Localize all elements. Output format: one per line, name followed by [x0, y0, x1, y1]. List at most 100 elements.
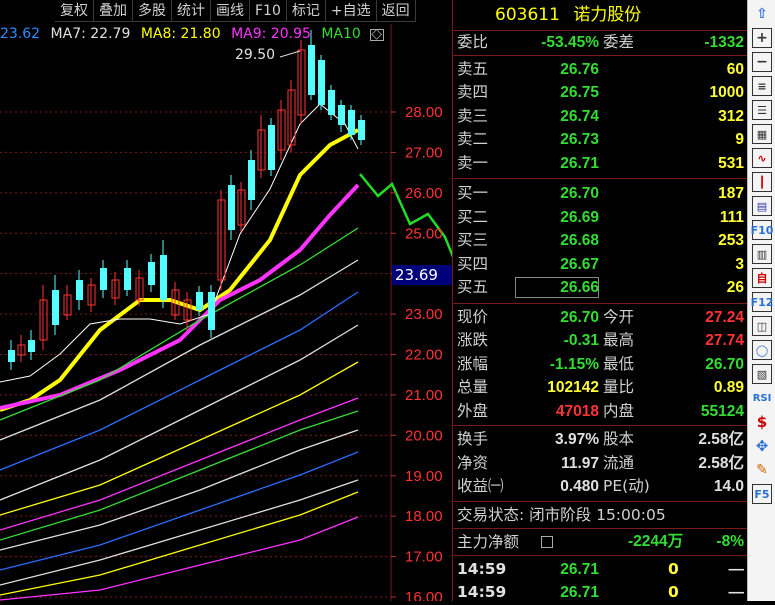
candle-icon[interactable]: ┃ [752, 172, 772, 192]
y-tick-label: 23.00 [405, 306, 443, 323]
kline-chart[interactable]: 28.0027.0026.0025.0024.0023.0022.0021.00… [0, 24, 452, 601]
order-row[interactable]: 卖一 26.71 531 [453, 152, 747, 176]
ma6-value: 23.62 [0, 26, 41, 42]
y-tick-label: 16.00 [405, 589, 443, 601]
statistics-button[interactable]: 统计 [172, 0, 211, 22]
pencil-icon[interactable]: ✎ [752, 460, 772, 480]
ma-line [0, 516, 359, 601]
layers-icon[interactable]: ▥ [752, 244, 772, 264]
rsi-icon[interactable]: RSI [752, 388, 772, 408]
move-icon[interactable]: ✥ [752, 436, 772, 456]
tick-row: 14:59 26.71 0— [457, 559, 744, 578]
candle-body [318, 60, 325, 105]
y-tick-label: 20.00 [405, 427, 443, 444]
stock-code: 603611 [495, 5, 560, 25]
main-force-pct: -8% [716, 532, 744, 550]
candle-body [208, 292, 215, 330]
ma-indicator-bar: 23.62 MA7: 22.79 MA8: 21.80 MA9: 20.95 M… [0, 26, 392, 46]
order-row[interactable]: 卖三 26.74 312 [453, 105, 747, 129]
stat-row: 换手 3.97% 股本 2.58亿 [457, 430, 744, 448]
y-tick-label: 19.00 [405, 468, 443, 485]
candle-body [328, 90, 335, 115]
ma-line [0, 479, 359, 586]
sell-orders: 卖五 26.76 60 卖四 26.75 1000 卖三 26.74 312 卖二 26.73… [453, 56, 747, 179]
mark-button[interactable]: 标记 [286, 0, 326, 22]
tick-list: 14:59 26.71 0— 14:59 26.71 0— [453, 556, 747, 605]
candle-body [248, 160, 255, 200]
order-row[interactable]: 买一 26.70 187 [453, 182, 747, 206]
ma7-label: MA7: 22.79 [50, 26, 131, 42]
candle-body [8, 350, 15, 362]
high-price-marker: 29.50 [235, 47, 276, 63]
stock-header: 603611 诺力股份 [453, 0, 747, 31]
line-chart-icon[interactable]: ∿ [752, 148, 772, 168]
candle-body [228, 185, 235, 230]
quote-row: 涨幅 -1.15% 最低 26.70 [457, 354, 744, 373]
quote-row: 外盘 47018 内盘 55124 [457, 401, 744, 420]
main-force-row[interactable]: 主力净额 -2244万 -8% [453, 529, 747, 556]
restore-rights-button[interactable]: 复权 [55, 0, 94, 22]
current-price-tag: 23.69 [392, 265, 452, 285]
order-row[interactable]: 买五 26.66 26 [453, 276, 747, 300]
y-tick-label: 25.00 [405, 225, 443, 242]
main-force-menu-icon[interactable] [541, 535, 553, 548]
quote-details: 现价 26.70 今开 27.24 涨跌 -0.31 最高 27.74 涨幅 -1.15% 最低… [453, 304, 747, 426]
stats-details: 换手 3.97% 股本 2.58亿 净资 11.97 流通 2.58亿 收益㈠ 0.480 PE… [453, 426, 747, 502]
quote-panel: 603611 诺力股份 委比 -53.45% 委差 -1332 卖五 26.76 6… [452, 0, 747, 601]
back-button[interactable]: 返回 [376, 0, 416, 22]
ma9-label: MA9: 20.95 [231, 26, 311, 42]
table-icon[interactable]: ▤ [752, 196, 772, 216]
cube-icon[interactable]: ◫ [752, 316, 772, 336]
candle-body [358, 120, 365, 140]
quote-row: 总量 102142 量比 0.89 [457, 378, 744, 396]
trade-status-row: 交易状态: 闭市阶段 15:00:05 [453, 502, 747, 529]
order-row[interactable]: 卖四 26.75 1000 [453, 81, 747, 105]
candle-body [52, 290, 59, 325]
y-tick-label: 27.00 [405, 144, 443, 161]
box-plus-icon[interactable]: + [752, 28, 772, 48]
add-favorite-button[interactable]: +自选 [325, 0, 377, 22]
chart-toolbar: 复权 叠加 多股 统计 画线 F10 标记 +自选 返回 [55, 0, 416, 24]
multi-stock-button[interactable]: 多股 [133, 0, 172, 22]
y-tick-label: 28.00 [405, 104, 443, 121]
order-row[interactable]: 卖二 26.73 9 [453, 128, 747, 152]
overlay-button[interactable]: 叠加 [94, 0, 133, 22]
arrow-up-icon[interactable]: ⇧ [752, 4, 772, 24]
weicha-label: 委差 [603, 33, 635, 51]
stat-row: 收益㈠ 0.480 PE(动) 14.0 [457, 477, 744, 495]
grid-icon[interactable]: ▦ [752, 124, 772, 144]
candle-body [28, 340, 35, 352]
draw-line-button[interactable]: 画线 [211, 0, 250, 22]
f5-icon[interactable]: F5 [752, 484, 772, 504]
indicator-menu-icon[interactable] [370, 29, 384, 41]
f10-button[interactable]: F10 [250, 0, 287, 22]
self-select-icon[interactable]: 自 [752, 268, 772, 288]
f12-icon[interactable]: F12 [751, 292, 773, 312]
weibi-label: 委比 [457, 33, 489, 51]
list-icon[interactable]: ☰ [752, 100, 772, 120]
y-tick-label: 21.00 [405, 387, 443, 404]
order-row[interactable]: 买四 26.67 3 [453, 253, 747, 277]
candle-body [160, 255, 167, 300]
quote-row: 涨跌 -0.31 最高 27.74 [457, 331, 744, 349]
trade-status: 交易状态: 闭市阶段 15:00:05 [457, 505, 666, 524]
y-tick-label: 17.00 [405, 549, 443, 566]
candle-body [308, 45, 315, 95]
high-pointer-arrow [279, 50, 301, 58]
doc-icon[interactable]: ≡ [752, 76, 772, 96]
circle-icon[interactable]: ◯ [752, 340, 772, 360]
order-row[interactable]: 卖五 26.76 60 [453, 58, 747, 82]
candle-body [76, 280, 83, 300]
box-minus-icon[interactable]: − [752, 52, 772, 72]
ma-line [0, 397, 359, 531]
dollar-icon[interactable]: $ [752, 412, 772, 432]
y-tick-label: 18.00 [405, 508, 443, 525]
order-row[interactable]: 买三 26.68 253 [453, 229, 747, 253]
stock-name: 诺力股份 [573, 5, 642, 25]
order-row[interactable]: 买二 26.69 111 [453, 206, 747, 230]
ma-line [0, 451, 359, 571]
f10-icon[interactable]: F10 [751, 220, 773, 240]
stack-icon[interactable]: ▧ [752, 364, 772, 384]
candle-body [268, 125, 275, 170]
ma8-label: MA8: 21.80 [140, 26, 221, 42]
